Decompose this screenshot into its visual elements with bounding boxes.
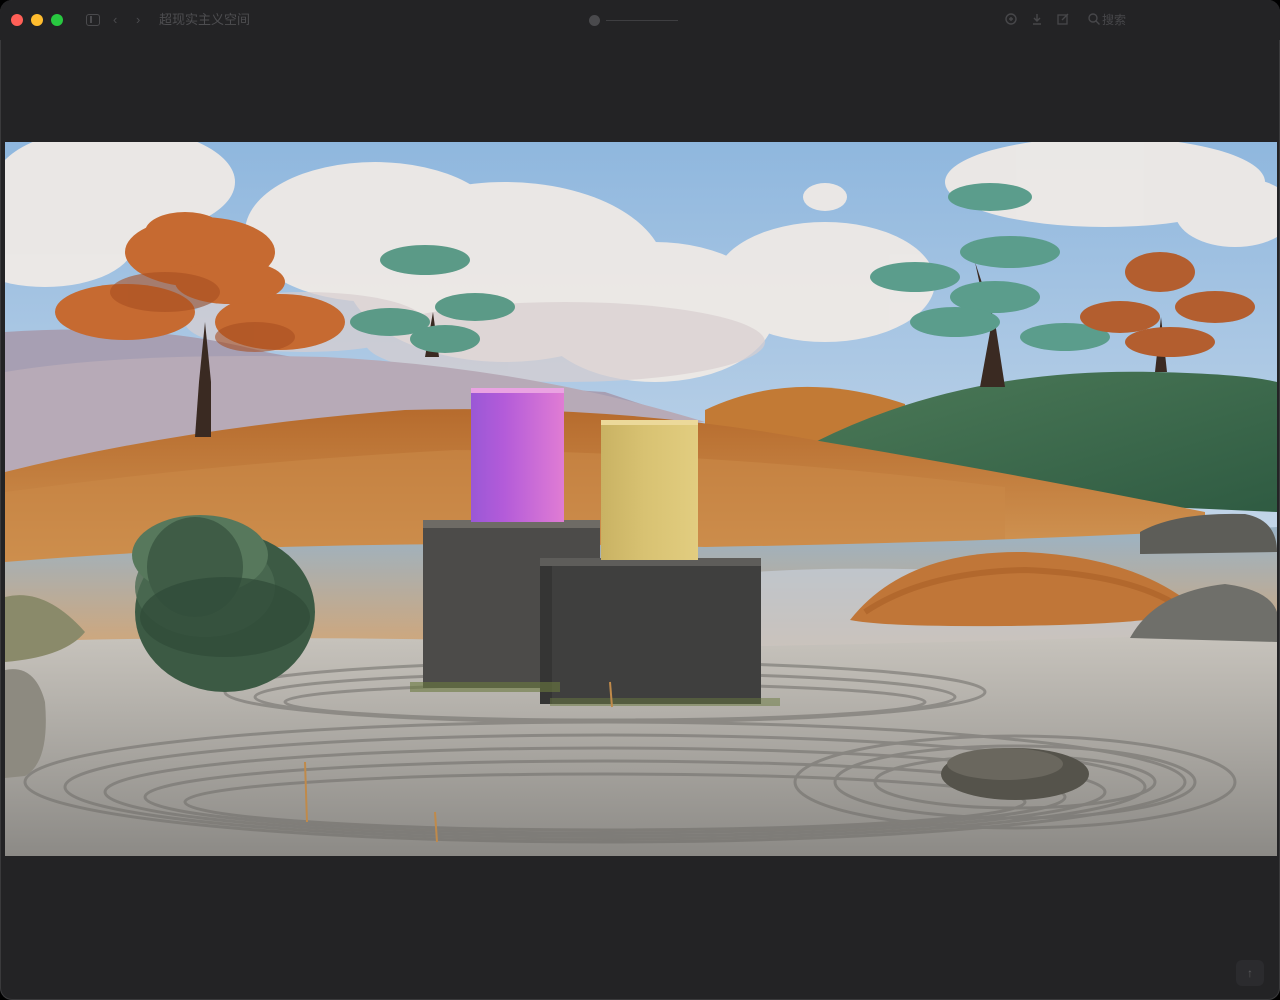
forward-icon[interactable]: › [136, 12, 140, 28]
window-title: 超现实主义空间 [159, 12, 251, 27]
close-window-button[interactable] [11, 14, 23, 26]
sidebar-toggle-icon[interactable] [86, 14, 100, 26]
scroll-top-button[interactable]: ↑ [1236, 960, 1264, 986]
edit-icon[interactable] [1056, 12, 1070, 26]
record-icon[interactable] [589, 15, 600, 26]
minimize-window-button[interactable] [31, 14, 43, 26]
app-window: ‹ › 超现实主义空间 搜索 ↑ [0, 0, 1280, 1000]
download-icon[interactable] [1030, 12, 1044, 26]
title-bar: ‹ › 超现实主义空间 搜索 [0, 0, 1280, 40]
share-icon[interactable] [1004, 12, 1018, 26]
image-viewer [5, 142, 1277, 856]
back-icon[interactable]: ‹ [113, 12, 117, 28]
maximize-window-button[interactable] [51, 14, 63, 26]
progress-line [606, 20, 678, 21]
search-icon[interactable] [1087, 12, 1101, 26]
search-field[interactable]: 搜索 [1102, 12, 1126, 28]
landscape-image [5, 142, 1277, 856]
